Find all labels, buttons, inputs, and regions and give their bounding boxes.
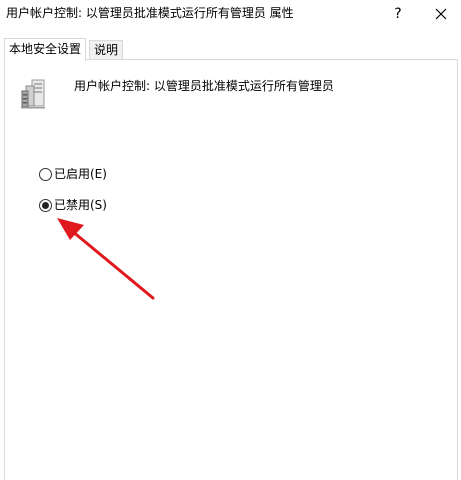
- radio-enabled[interactable]: 已启用(E): [39, 166, 107, 182]
- policy-name: 用户帐户控制: 以管理员批准模式运行所有管理员: [74, 79, 334, 93]
- radio-disabled[interactable]: 已禁用(S): [39, 197, 107, 213]
- server-policy-icon: [21, 79, 45, 109]
- help-button[interactable]: ?: [386, 3, 410, 25]
- title-bar: 用户帐户控制: 以管理员批准模式运行所有管理员 属性 ?: [0, 0, 461, 28]
- window-title: 用户帐户控制: 以管理员批准模式运行所有管理员 属性: [6, 6, 294, 20]
- radio-disabled-label[interactable]: 已禁用(S): [54, 197, 107, 213]
- close-icon: [435, 8, 447, 20]
- tab-explain[interactable]: 说明: [89, 40, 124, 59]
- radio-button-enabled[interactable]: [39, 168, 52, 181]
- tab-strip: 本地安全设置 说明: [0, 38, 461, 61]
- radio-enabled-label[interactable]: 已启用(E): [54, 166, 107, 182]
- radio-button-disabled[interactable]: [39, 199, 52, 212]
- tab-local-security-setting[interactable]: 本地安全设置: [4, 38, 87, 61]
- close-button[interactable]: [429, 3, 453, 25]
- tab-panel: 用户帐户控制: 以管理员批准模式运行所有管理员 已启用(E) 已禁用(S): [4, 59, 458, 480]
- properties-dialog: 用户帐户控制: 以管理员批准模式运行所有管理员 属性 ? 本地安全设置 说明 用…: [0, 0, 461, 480]
